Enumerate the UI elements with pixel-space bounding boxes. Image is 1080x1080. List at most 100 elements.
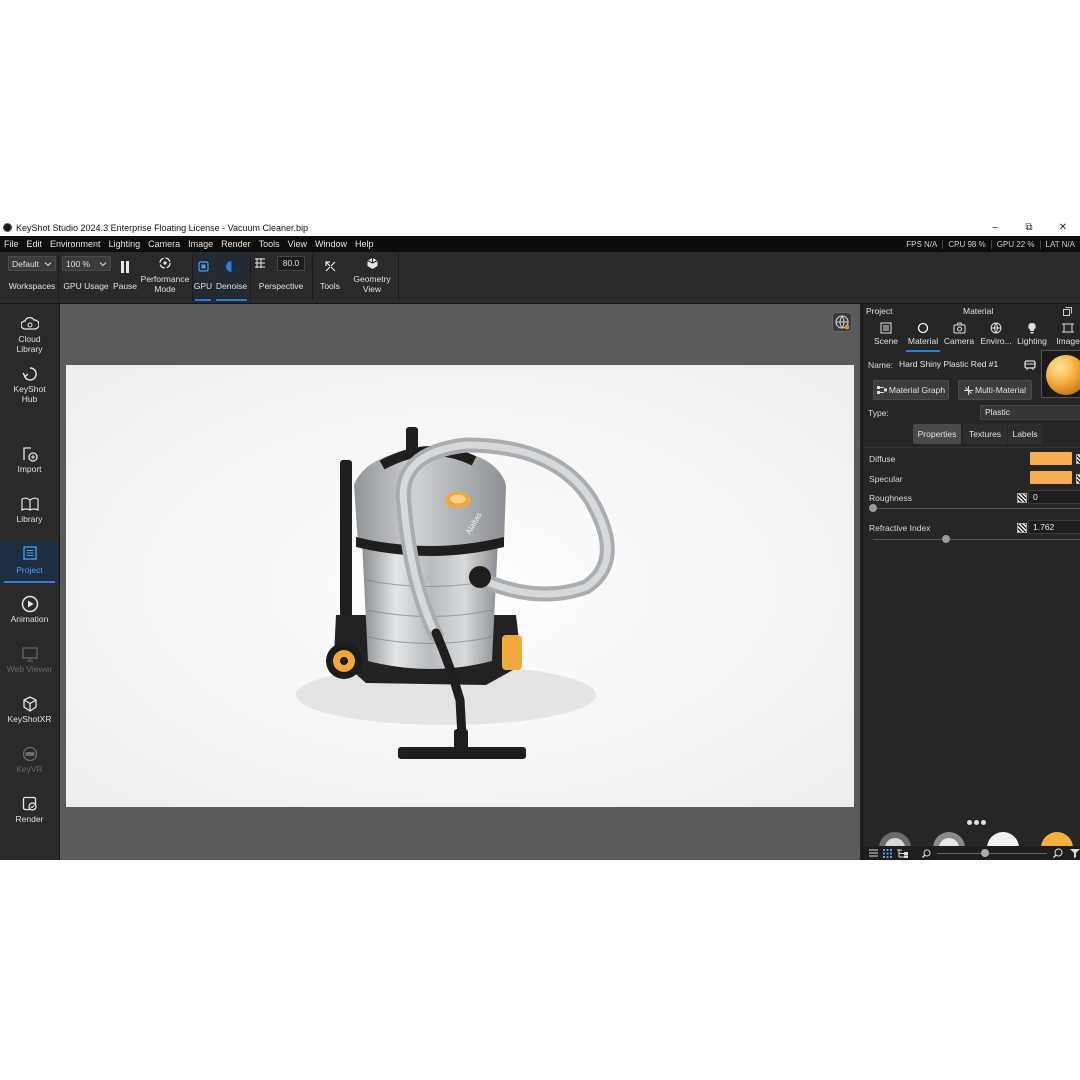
performance-mode-icon bbox=[159, 257, 171, 269]
geometry-view-icon bbox=[366, 257, 378, 269]
refractive-slider-knob[interactable] bbox=[941, 535, 950, 543]
tools-label: Tools bbox=[320, 281, 340, 291]
thumbnail-size-slider[interactable] bbox=[937, 848, 1047, 857]
sidebar-label: Import bbox=[17, 464, 42, 474]
diffuse-texture-icon[interactable] bbox=[1076, 454, 1080, 464]
keyshot-logo-icon bbox=[3, 223, 12, 232]
sidebar-label: KeyVR bbox=[16, 764, 43, 774]
roughness-value-input[interactable]: 0 bbox=[1028, 490, 1080, 504]
tab-material[interactable]: Material bbox=[906, 320, 940, 352]
subtab-textures[interactable]: Textures bbox=[963, 424, 1007, 444]
tree-view-icon[interactable] bbox=[897, 849, 908, 858]
sidebar-item-keyshotxr[interactable]: KeyShotXR bbox=[0, 694, 59, 732]
more-materials-indicator[interactable] bbox=[967, 820, 986, 825]
close-button[interactable]: ✕ bbox=[1046, 219, 1080, 236]
sidebar-item-animation[interactable]: Animation bbox=[0, 594, 59, 632]
sidebar-item-keyvr[interactable]: KeyVR bbox=[0, 744, 59, 782]
sidebar-item-library[interactable]: Library bbox=[0, 494, 59, 532]
subtab-properties[interactable]: Properties bbox=[913, 424, 961, 444]
menu-view[interactable]: View bbox=[284, 239, 311, 249]
keyshotxr-icon bbox=[22, 696, 37, 712]
minimize-button[interactable]: – bbox=[978, 219, 1012, 236]
sidebar-item-web-viewer[interactable]: Web Viewer bbox=[0, 644, 59, 682]
performance-label-2: Mode bbox=[154, 284, 176, 294]
sidebar-item-import[interactable]: Import bbox=[0, 444, 59, 482]
hub-icon bbox=[21, 367, 37, 381]
sidebar-label: Library bbox=[16, 514, 43, 524]
workspaces-tool: Workspaces bbox=[4, 252, 60, 303]
sidebar-item-project[interactable]: Project bbox=[0, 541, 59, 583]
zoom-in-icon[interactable] bbox=[1053, 848, 1063, 858]
panel-header: Project Material bbox=[863, 304, 1080, 318]
save-material-icon[interactable] bbox=[1024, 359, 1036, 371]
menu-image[interactable]: Image bbox=[184, 239, 217, 249]
material-graph-button[interactable]: Material Graph bbox=[873, 380, 949, 400]
denoise-toggle[interactable]: Denoise bbox=[214, 252, 249, 303]
refractive-texture-icon[interactable] bbox=[1017, 523, 1027, 533]
multi-material-button[interactable]: Multi-Material bbox=[958, 380, 1032, 400]
geometry-label-2: View bbox=[362, 284, 382, 294]
diffuse-color-swatch[interactable] bbox=[1030, 452, 1072, 465]
grid-view-icon[interactable] bbox=[883, 848, 892, 858]
sidebar-label: Render bbox=[15, 814, 44, 824]
cpu-stat: CPU 98 % bbox=[942, 239, 990, 249]
menu-environment[interactable]: Environment bbox=[46, 239, 105, 249]
filter-icon[interactable] bbox=[1070, 848, 1080, 858]
menu-tools[interactable]: Tools bbox=[255, 239, 284, 249]
tab-camera[interactable]: Camera bbox=[943, 320, 975, 352]
project-panel-label: Project bbox=[866, 306, 893, 316]
tab-environment[interactable]: Enviro... bbox=[979, 320, 1013, 352]
name-label: Name: bbox=[868, 360, 894, 370]
refractive-slider-track[interactable] bbox=[873, 539, 1080, 540]
material-name-input[interactable]: Hard Shiny Plastic Red #1 bbox=[895, 358, 1019, 373]
zoom-out-icon[interactable] bbox=[922, 849, 931, 858]
menu-bar: File Edit Environment Lighting Camera Im… bbox=[0, 236, 1080, 252]
roughness-texture-icon[interactable] bbox=[1017, 493, 1027, 503]
tools-button[interactable]: Tools bbox=[314, 252, 346, 303]
roughness-slider-knob[interactable] bbox=[869, 504, 877, 512]
panel-bottom-toolbar bbox=[863, 846, 1080, 860]
lightbulb-icon bbox=[1028, 322, 1036, 334]
geometry-label-1: Geometry bbox=[353, 274, 391, 284]
specular-texture-icon[interactable] bbox=[1076, 474, 1080, 484]
specular-color-swatch[interactable] bbox=[1030, 471, 1072, 484]
menu-help[interactable]: Help bbox=[351, 239, 378, 249]
roughness-slider-track[interactable] bbox=[873, 508, 1080, 509]
list-view-icon[interactable] bbox=[869, 849, 878, 857]
maximize-button[interactable]: ⧉ bbox=[1012, 219, 1046, 236]
left-sidebar: Cloud Library KeyShot Hub Import Library… bbox=[0, 304, 60, 860]
menu-render[interactable]: Render bbox=[217, 239, 255, 249]
material-thumbnail-strip bbox=[869, 830, 1080, 846]
render-icon bbox=[22, 796, 37, 811]
pause-button[interactable]: Pause bbox=[112, 252, 138, 303]
tab-image[interactable]: Image bbox=[1055, 320, 1080, 352]
sidebar-item-keyshot-hub[interactable]: KeyShot Hub bbox=[0, 364, 59, 408]
menu-window[interactable]: Window bbox=[311, 239, 351, 249]
render-viewport[interactable]: Alaltas bbox=[60, 304, 860, 860]
thumbnail-size-knob[interactable] bbox=[981, 848, 989, 857]
menu-edit[interactable]: Edit bbox=[23, 239, 47, 249]
gpu-toggle[interactable]: GPU bbox=[193, 252, 213, 303]
subtab-labels[interactable]: Labels bbox=[1008, 424, 1042, 444]
undock-icon[interactable] bbox=[1063, 307, 1072, 316]
menu-lighting[interactable]: Lighting bbox=[105, 239, 145, 249]
sidebar-item-cloud-library[interactable]: Cloud Library bbox=[0, 314, 59, 358]
gpu-usage-label: GPU Usage bbox=[63, 281, 109, 291]
environment-globe-button[interactable] bbox=[832, 312, 852, 332]
graph-nodes-icon bbox=[876, 386, 887, 394]
denoise-icon bbox=[226, 261, 237, 272]
material-type-select[interactable]: Plastic bbox=[980, 405, 1080, 420]
menu-camera[interactable]: Camera bbox=[144, 239, 184, 249]
sidebar-item-render[interactable]: Render bbox=[0, 794, 59, 832]
material-panel: Project Material Scene Material Camera E… bbox=[862, 304, 1080, 860]
pause-icon bbox=[121, 260, 129, 273]
geometry-view-button[interactable]: Geometry View bbox=[348, 252, 396, 303]
performance-mode-button[interactable]: Performance Mode bbox=[138, 252, 192, 303]
tab-label: Scene bbox=[873, 336, 899, 346]
roughness-label: Roughness bbox=[869, 493, 913, 503]
menu-file[interactable]: File bbox=[0, 239, 23, 249]
refractive-index-input[interactable]: 1.762 bbox=[1028, 520, 1080, 534]
material-preview[interactable] bbox=[1041, 350, 1080, 398]
tab-lighting[interactable]: Lighting bbox=[1015, 320, 1049, 352]
tab-scene[interactable]: Scene bbox=[873, 320, 899, 352]
